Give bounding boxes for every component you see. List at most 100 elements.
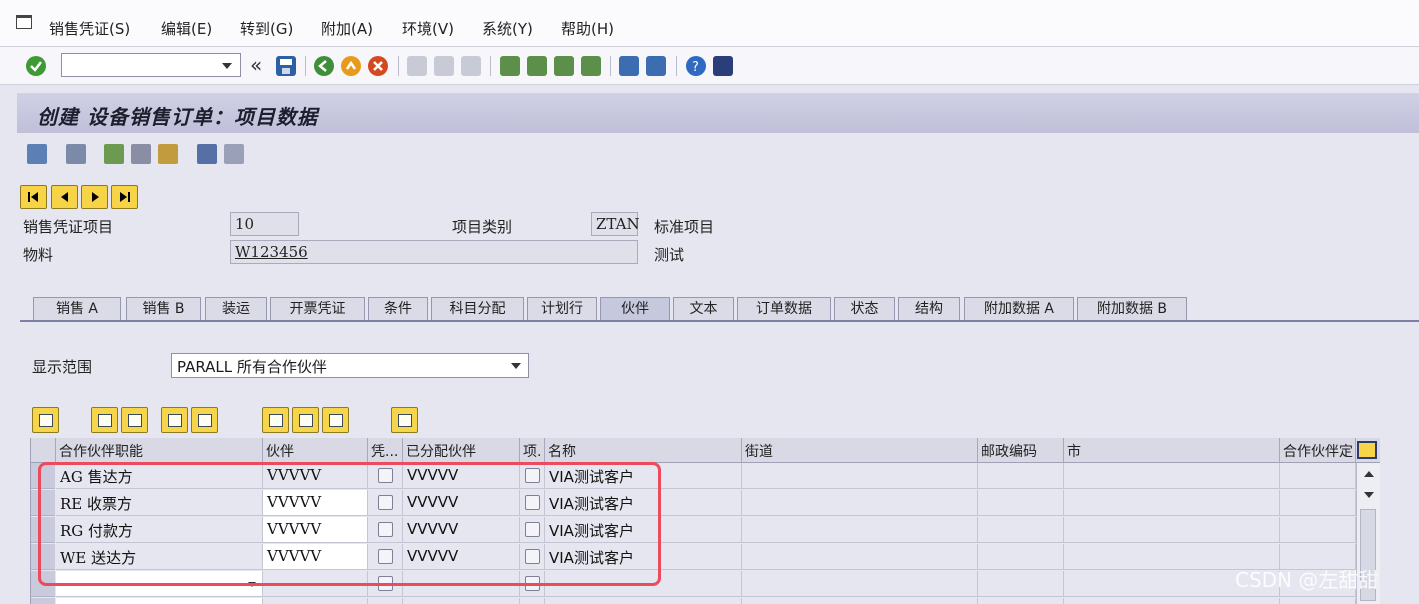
tab-additional-data-a[interactable]: 附加数据 A [964, 297, 1074, 321]
item-category-field[interactable]: ZTAN [591, 212, 640, 236]
row-selector[interactable] [31, 517, 55, 543]
tab-sales-a[interactable]: 销售 A [33, 297, 121, 321]
scroll-down-icon[interactable] [1364, 492, 1374, 498]
tab-structure[interactable]: 结构 [898, 297, 960, 321]
display-document-icon[interactable] [66, 144, 86, 164]
tab-status[interactable]: 状态 [834, 297, 895, 321]
column-header-name[interactable]: 名称 [545, 438, 742, 463]
menu-help[interactable]: 帮助(H) [561, 18, 614, 39]
new-session-icon[interactable] [619, 56, 639, 76]
last-page-icon[interactable] [581, 56, 601, 76]
chevron-down-icon[interactable] [222, 63, 232, 69]
column-header-item[interactable]: 项. [520, 438, 545, 463]
row-selector[interactable] [31, 544, 55, 570]
partner-details-button[interactable] [322, 407, 349, 433]
scroll-up-icon[interactable] [1364, 471, 1374, 477]
item-checkbox[interactable] [525, 495, 540, 510]
partner-cell[interactable]: VVVVV [263, 517, 368, 543]
prev-page-icon[interactable] [527, 56, 547, 76]
tab-billing[interactable]: 开票凭证 [270, 297, 365, 321]
column-header-street[interactable]: 街道 [742, 438, 978, 463]
back-icon[interactable] [314, 56, 334, 76]
calculator-icon[interactable] [197, 144, 217, 164]
row-selector[interactable] [31, 490, 55, 516]
item-checkbox[interactable] [525, 468, 540, 483]
menu-environment[interactable]: 环境(V) [402, 18, 454, 39]
insert-row-button[interactable] [91, 407, 118, 433]
menu-edit[interactable]: 编辑(E) [161, 18, 212, 39]
shortcut-icon[interactable] [646, 56, 666, 76]
column-header-city[interactable]: 市 [1064, 438, 1280, 463]
partner-function-cell[interactable]: WE 送达方 [56, 544, 263, 570]
document-checkbox[interactable] [378, 576, 393, 591]
partner-overview-button[interactable] [391, 407, 418, 433]
chevron-down-icon[interactable] [248, 582, 256, 587]
next-page-icon[interactable] [554, 56, 574, 76]
display-range-select[interactable]: PARALL 所有合作伙伴 [171, 353, 529, 378]
details-button[interactable] [32, 407, 59, 433]
tab-partners[interactable]: 伙伴 [600, 297, 670, 321]
partner-cell[interactable]: VVVVV [263, 463, 368, 489]
help-icon[interactable]: ? [686, 56, 706, 76]
partner-cell[interactable] [263, 571, 368, 597]
partner-address-button[interactable] [262, 407, 289, 433]
contact-persons-button[interactable] [292, 407, 319, 433]
partner-icon[interactable] [104, 144, 124, 164]
item-checkbox[interactable] [525, 576, 540, 591]
partner-function-cell[interactable]: RG 付款方 [56, 517, 263, 543]
last-item-button[interactable] [111, 185, 138, 209]
exit-icon[interactable] [341, 56, 361, 76]
tab-additional-data-b[interactable]: 附加数据 B [1077, 297, 1187, 321]
document-checkbox[interactable] [378, 468, 393, 483]
print-icon[interactable] [407, 56, 427, 76]
system-menu-icon[interactable] [16, 15, 32, 29]
partner-function-cell[interactable] [56, 571, 263, 597]
cancel-icon[interactable] [368, 56, 388, 76]
item-checkbox[interactable] [525, 549, 540, 564]
partner-function-cell[interactable]: RE 收票方 [56, 490, 263, 516]
document-checkbox[interactable] [378, 522, 393, 537]
column-header-partner-determination[interactable]: 合作伙伴定 [1280, 438, 1356, 463]
glasses-icon[interactable] [224, 144, 244, 164]
deselect-all-button[interactable] [191, 407, 218, 433]
tab-account-assignment[interactable]: 科目分配 [431, 297, 524, 321]
edit-icon[interactable] [158, 144, 178, 164]
row-selector[interactable] [31, 463, 55, 489]
menu-sales-document[interactable]: 销售凭证(S) [49, 18, 130, 39]
partner-cell[interactable]: VVVVV [263, 490, 368, 516]
tab-conditions[interactable]: 条件 [368, 297, 428, 321]
chevron-down-icon[interactable] [511, 363, 521, 369]
sales-item-field[interactable]: 10 [230, 212, 299, 236]
command-field[interactable] [61, 53, 241, 77]
select-all-corner[interactable] [31, 438, 56, 463]
column-header-partner-function[interactable]: 合作伙伴职能 [56, 438, 263, 463]
partner-cell[interactable]: VVVVV [263, 544, 368, 570]
tab-sales-b[interactable]: 销售 B [126, 297, 201, 321]
column-header-partner[interactable]: 伙伴 [263, 438, 368, 463]
menu-goto[interactable]: 转到(G) [240, 18, 293, 39]
header-icon[interactable] [131, 144, 151, 164]
first-item-button[interactable] [20, 185, 47, 209]
material-field[interactable]: W123456 [230, 240, 638, 264]
first-page-icon[interactable] [500, 56, 520, 76]
document-checkbox[interactable] [378, 495, 393, 510]
check-icon[interactable] [26, 56, 46, 76]
collapse-command-icon[interactable]: « [250, 53, 262, 77]
table-settings-icon[interactable] [1357, 441, 1377, 459]
document-checkbox[interactable] [378, 549, 393, 564]
tab-schedule-lines[interactable]: 计划行 [527, 297, 597, 321]
tab-order-data[interactable]: 订单数据 [737, 297, 831, 321]
tab-texts[interactable]: 文本 [673, 297, 734, 321]
find-icon[interactable] [434, 56, 454, 76]
column-header-postal-code[interactable]: 邮政编码 [978, 438, 1064, 463]
save-icon[interactable] [276, 56, 296, 76]
item-checkbox[interactable] [525, 522, 540, 537]
row-selector[interactable] [31, 598, 55, 604]
partner-cell[interactable] [263, 598, 368, 604]
find-next-icon[interactable] [461, 56, 481, 76]
column-header-assigned-partner[interactable]: 已分配伙伴 [403, 438, 520, 463]
delete-icon[interactable] [27, 144, 47, 164]
menu-extras[interactable]: 附加(A) [321, 18, 373, 39]
delete-row-button[interactable] [121, 407, 148, 433]
previous-item-button[interactable] [51, 185, 78, 209]
